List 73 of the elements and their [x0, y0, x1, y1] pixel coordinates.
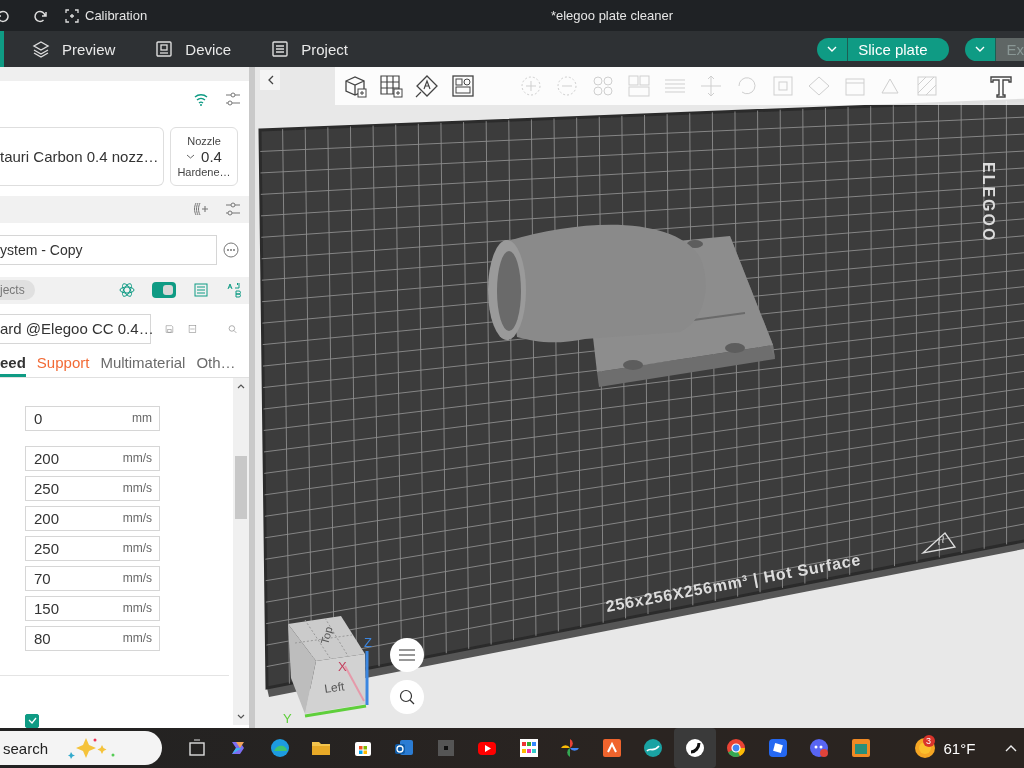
view-cube[interactable]: Top Left X Y Z — [280, 607, 380, 727]
undo-icon[interactable] — [0, 8, 10, 23]
filament-preset-select[interactable]: ystem - Copy — [0, 234, 217, 265]
swap-icon[interactable] — [226, 282, 242, 299]
calendar-app-icon[interactable] — [850, 738, 871, 758]
zoom-button[interactable] — [390, 680, 424, 714]
chrome-icon[interactable] — [726, 738, 747, 758]
slicer-app-icon[interactable] — [684, 738, 705, 758]
number-field[interactable]: 200 mm/s — [25, 506, 160, 531]
wave-app-icon[interactable] — [643, 738, 664, 758]
dropdown-button[interactable] — [817, 37, 849, 61]
menu-icon — [399, 649, 415, 661]
text-tool-icon[interactable] — [988, 73, 1014, 99]
number-field[interactable]: 150 mm/s — [25, 596, 160, 621]
scrollbar[interactable] — [233, 378, 249, 725]
check-icon — [27, 717, 37, 725]
window-title: *elegoo plate cleaner — [549, 8, 675, 23]
square-app-icon[interactable] — [767, 738, 788, 758]
device-icon — [155, 40, 174, 58]
coil-plus-icon[interactable] — [193, 201, 209, 218]
chevron-down-icon — [827, 46, 838, 52]
grid-plus-icon[interactable] — [378, 73, 404, 99]
tile-grid-icon[interactable] — [518, 738, 539, 758]
list-icon — [271, 40, 290, 58]
chevron-down-icon — [975, 46, 986, 52]
hot-surface-icon — [920, 532, 957, 555]
checkbox[interactable] — [25, 714, 39, 728]
search-field[interactable]: search — [0, 731, 162, 765]
calibration-icon — [65, 8, 79, 23]
objects-chip[interactable]: jects — [0, 280, 35, 301]
arrow-app-icon[interactable] — [601, 738, 622, 758]
layout-icon[interactable] — [450, 73, 476, 99]
temperature-label: 61°F — [943, 739, 976, 757]
search-icon — [399, 689, 415, 705]
chevron-down-icon — [186, 153, 196, 159]
settings-tab[interactable]: Oth… — [196, 351, 236, 377]
printer-select[interactable]: tauri Carbon 0.4 nozz… — [0, 126, 164, 186]
mail-icon[interactable] — [394, 738, 415, 758]
nav-tab[interactable]: Device — [149, 36, 238, 62]
toggle-switch[interactable] — [152, 282, 176, 299]
calibration-button[interactable]: Calibration — [65, 8, 148, 23]
bed-brand-label: ELEGOO — [980, 162, 997, 243]
task-view-icon[interactable] — [186, 738, 207, 758]
process-preset-select[interactable]: ard @Elegoo CC 0.4… — [0, 314, 151, 344]
pinwheel-icon[interactable] — [560, 738, 581, 758]
pen-diamond-icon[interactable] — [414, 73, 440, 99]
number-field[interactable]: 0 mm — [25, 406, 160, 431]
wifi-icon[interactable] — [193, 91, 209, 108]
sliders-icon[interactable] — [225, 201, 241, 218]
nozzle-select[interactable]: Nozzle 0.4 Hardene… — [170, 126, 238, 186]
sliders-icon[interactable] — [225, 91, 241, 108]
number-field[interactable]: 250 mm/s — [25, 476, 160, 501]
dots-icon[interactable] — [590, 73, 616, 99]
nav-tab[interactable]: Preview — [26, 36, 122, 62]
redo-icon[interactable] — [33, 8, 47, 23]
square-icon[interactable] — [435, 738, 456, 758]
layers-icon — [32, 40, 50, 58]
more-icon[interactable] — [223, 241, 239, 258]
number-field[interactable]: 80 mm/s — [25, 626, 160, 651]
nav-tab[interactable]: Project — [265, 36, 354, 62]
number-field[interactable]: 200 mm/s — [25, 446, 160, 471]
number-field[interactable]: 70 mm/s — [25, 566, 160, 591]
scroll-thumb[interactable] — [235, 456, 247, 519]
controller-icon[interactable] — [809, 738, 830, 758]
dropdown-button[interactable] — [965, 37, 997, 61]
chevron-left-icon — [266, 75, 274, 85]
settings-tab[interactable]: eed — [0, 351, 26, 377]
settings-tab[interactable]: Multimaterial — [100, 351, 186, 377]
number-field[interactable]: 250 mm/s — [25, 536, 160, 561]
chevron-down-icon[interactable] — [237, 714, 245, 719]
atom-icon[interactable] — [119, 282, 135, 299]
chevron-up-icon[interactable] — [237, 384, 245, 389]
browser-icon[interactable] — [269, 738, 290, 758]
